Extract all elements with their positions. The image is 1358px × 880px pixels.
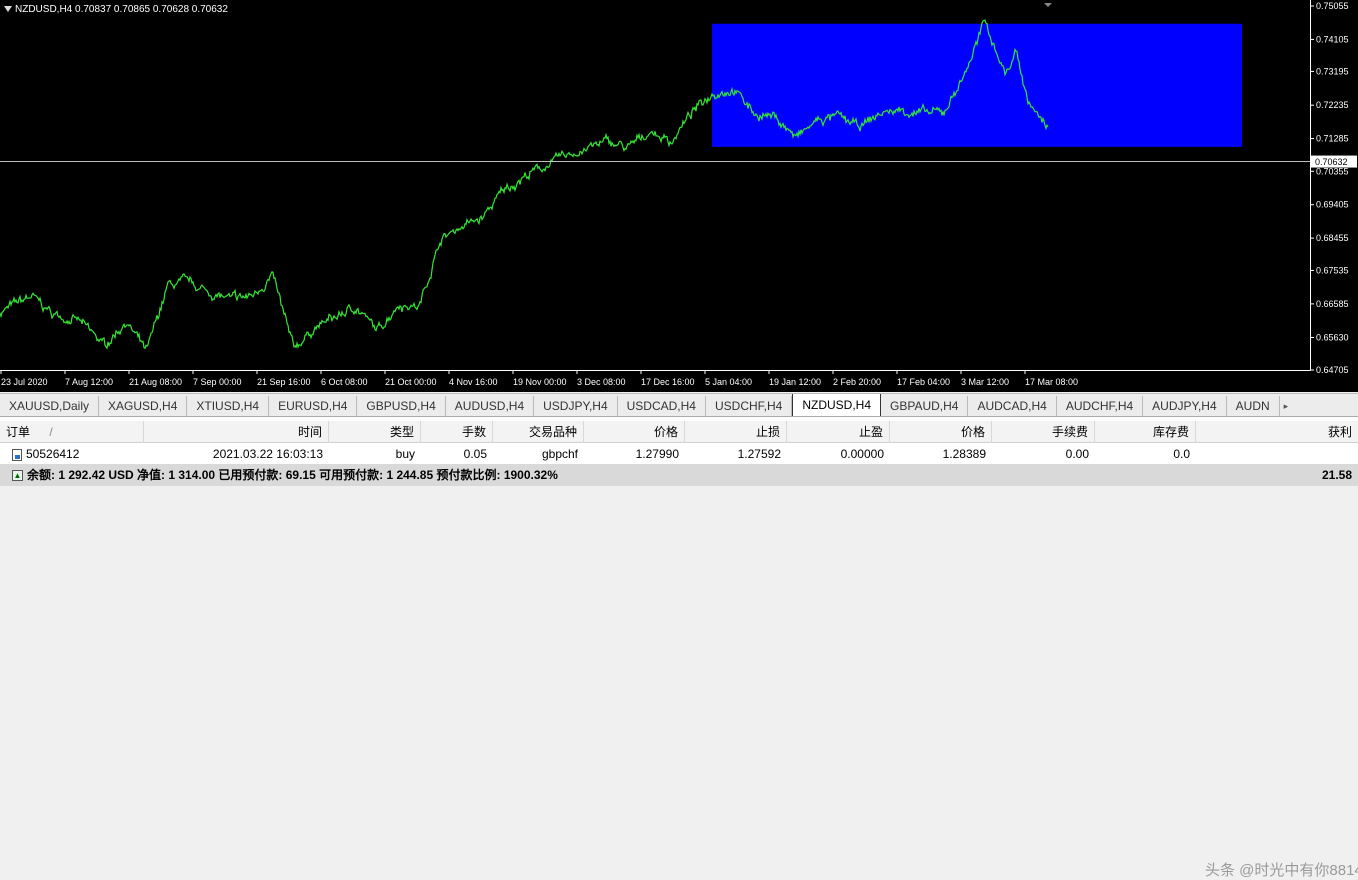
header-current-price[interactable]: 价格 bbox=[890, 421, 992, 443]
tab-xauusd-daily[interactable]: XAUUSD,Daily bbox=[0, 396, 100, 416]
x-tick-label: 3 Mar 12:00 bbox=[961, 377, 1009, 387]
header-profit[interactable]: 获利 bbox=[1196, 421, 1358, 443]
tab-gbpusd-h4[interactable]: GBPUSD,H4 bbox=[357, 396, 446, 416]
header-symbol[interactable]: 交易品种 bbox=[493, 421, 584, 443]
y-tick-label: 0.67535 bbox=[1316, 265, 1349, 275]
header-swap[interactable]: 库存费 bbox=[1095, 421, 1196, 443]
chart-tabs: XAUUSD,Daily XAGUSD,H4 XTIUSD,H4 EURUSD,H4 G… bbox=[0, 393, 1358, 417]
x-tick-label: 17 Mar 08:00 bbox=[1025, 377, 1078, 387]
tab-xtiusd-h4[interactable]: XTIUSD,H4 bbox=[187, 396, 270, 416]
terminal-panel: 订单 / 时间 类型 手数 交易品种 价格 止损 止盈 价格 手续费 库存费 获… bbox=[0, 417, 1358, 879]
y-tick-label: 0.70355 bbox=[1316, 166, 1349, 176]
header-order[interactable]: 订单 / bbox=[0, 421, 144, 443]
tab-audjpy-h4[interactable]: AUDJPY,H4 bbox=[1143, 396, 1227, 416]
tab-gbpaud-h4[interactable]: GBPAUD,H4 bbox=[881, 396, 969, 416]
y-tick-label: 0.66585 bbox=[1316, 299, 1349, 309]
y-tick-label: 0.75055 bbox=[1316, 1, 1349, 11]
order-time: 2021.03.22 16:03:13 bbox=[212, 447, 323, 461]
x-tick-label: 21 Aug 08:00 bbox=[129, 377, 182, 387]
header-stop-loss[interactable]: 止损 bbox=[685, 421, 787, 443]
header-time[interactable]: 时间 bbox=[144, 421, 329, 443]
tab-nzdusd-h4[interactable]: NZDUSD,H4 bbox=[792, 394, 881, 416]
x-tick-label: 21 Sep 16:00 bbox=[257, 377, 311, 387]
x-tick-label: 3 Dec 08:00 bbox=[577, 377, 626, 387]
order-row[interactable]: 50526412 2021.03.22 16:03:13 buy 0.05 gb… bbox=[0, 443, 1358, 465]
header-price[interactable]: 价格 bbox=[584, 421, 685, 443]
x-tick-label: 17 Feb 04:00 bbox=[897, 377, 950, 387]
tab-xagusd-h4[interactable]: XAGUSD,H4 bbox=[99, 396, 188, 416]
header-take-profit[interactable]: 止盈 bbox=[787, 421, 890, 443]
order-swap: 0.0 bbox=[1173, 447, 1190, 461]
tab-audusd-h4[interactable]: AUDUSD,H4 bbox=[446, 396, 535, 416]
x-tick-label: 6 Oct 08:00 bbox=[321, 377, 368, 387]
x-tick-label: 2 Feb 20:00 bbox=[833, 377, 881, 387]
header-type[interactable]: 类型 bbox=[329, 421, 421, 443]
order-lots: 0.05 bbox=[463, 447, 487, 461]
order-document-icon bbox=[12, 448, 22, 461]
order-number: 50526412 bbox=[26, 447, 80, 461]
order-stop-loss: 1.27592 bbox=[737, 447, 781, 461]
x-tick-label: 19 Nov 00:00 bbox=[513, 377, 567, 387]
y-tick-label: 0.68455 bbox=[1316, 233, 1349, 243]
order-symbol: gbpchf bbox=[541, 447, 578, 461]
tab-usdjpy-h4[interactable]: USDJPY,H4 bbox=[534, 396, 618, 416]
order-profit bbox=[1196, 443, 1358, 465]
order-take-profit: 0.00000 bbox=[840, 447, 884, 461]
y-tick-label: 0.65630 bbox=[1316, 332, 1349, 342]
y-tick-label: 0.71285 bbox=[1316, 134, 1349, 144]
y-tick-label: 0.64705 bbox=[1316, 365, 1349, 375]
expand-icon[interactable]: ▲ bbox=[12, 470, 23, 482]
price-chart[interactable]: 0.70632 0.750550.741050.731950.722350.71… bbox=[0, 0, 1358, 392]
x-tick-label: 4 Nov 16:00 bbox=[449, 377, 498, 387]
x-tick-label: 17 Dec 16:00 bbox=[641, 377, 695, 387]
watermark-text: 头条 @时光中有你8814 bbox=[1205, 862, 1358, 879]
header-lots[interactable]: 手数 bbox=[421, 421, 493, 443]
tab-audn[interactable]: AUDN bbox=[1227, 396, 1280, 416]
tab-usdchf-h4[interactable]: USDCHF,H4 bbox=[706, 396, 793, 416]
tab-scroll-right-icon[interactable]: ▸ bbox=[1280, 396, 1293, 416]
dropdown-triangle-icon[interactable] bbox=[4, 6, 12, 13]
tab-audcad-h4[interactable]: AUDCAD,H4 bbox=[968, 396, 1057, 416]
tab-usdcad-h4[interactable]: USDCAD,H4 bbox=[618, 396, 706, 416]
order-type: buy bbox=[395, 447, 415, 461]
order-current-price: 1.28389 bbox=[942, 447, 986, 461]
y-tick-label: 0.72235 bbox=[1316, 100, 1349, 110]
sort-indicator-icon: / bbox=[49, 425, 53, 439]
account-summary-row: ▲ 余额: 1 292.42 USD 净值: 1 314.00 已用预付款: 69… bbox=[0, 464, 1358, 486]
tab-audchf-h4[interactable]: AUDCHF,H4 bbox=[1057, 396, 1144, 416]
x-tick-label: 21 Oct 00:00 bbox=[385, 377, 437, 387]
y-tick-label: 0.73195 bbox=[1316, 66, 1349, 76]
tab-eurusd-h4[interactable]: EURUSD,H4 bbox=[269, 396, 358, 416]
x-tick-label: 23 Jul 2020 bbox=[1, 377, 48, 387]
total-profit: 21.58 bbox=[1321, 468, 1352, 482]
header-commission[interactable]: 手续费 bbox=[992, 421, 1095, 443]
order-price: 1.27990 bbox=[635, 447, 679, 461]
terminal-header-row: 订单 / 时间 类型 手数 交易品种 价格 止损 止盈 价格 手续费 库存费 获… bbox=[0, 421, 1358, 443]
symbol-info-text: NZDUSD,H4 0.70837 0.70865 0.70628 0.7063… bbox=[15, 4, 228, 15]
y-tick-label: 0.74105 bbox=[1316, 34, 1349, 44]
account-summary-text: 余额: 1 292.42 USD 净值: 1 314.00 已用预付款: 69.… bbox=[27, 468, 558, 482]
chart-area[interactable]: 0.70632 0.75055 0.74105 0.73195 0.72235 0.71… bbox=[0, 0, 1358, 392]
y-tick-label: 0.69405 bbox=[1316, 200, 1349, 210]
order-commission: 0.00 bbox=[1065, 447, 1089, 461]
x-tick-label: 7 Sep 00:00 bbox=[193, 377, 242, 387]
symbol-info: NZDUSD,H4 0.70837 0.70865 0.70628 0.7063… bbox=[4, 4, 228, 15]
x-tick-label: 7 Aug 12:00 bbox=[65, 377, 113, 387]
x-tick-label: 5 Jan 04:00 bbox=[705, 377, 752, 387]
x-tick-label: 19 Jan 12:00 bbox=[769, 377, 821, 387]
